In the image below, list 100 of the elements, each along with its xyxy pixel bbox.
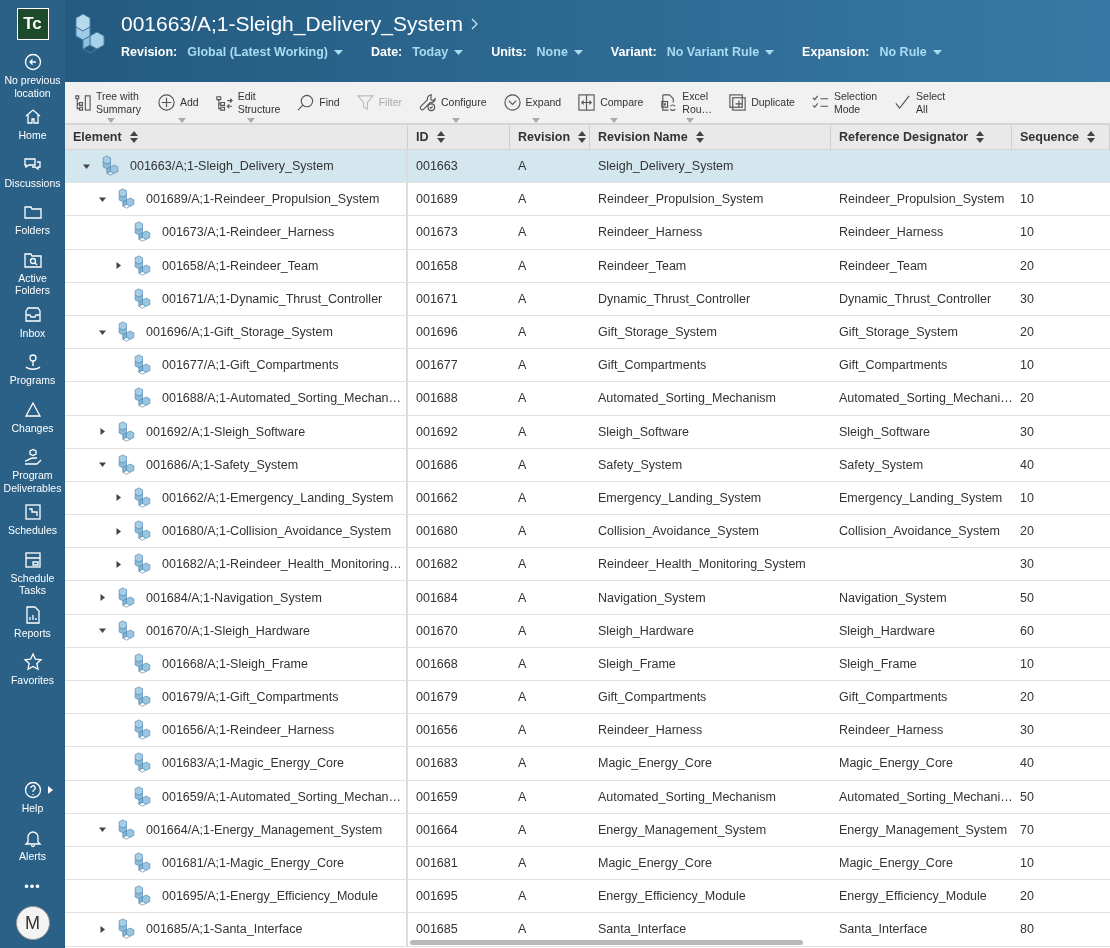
tree-cell[interactable]: 001673/A;1-Reindeer_Harness xyxy=(65,216,408,250)
sidebar-item[interactable]: Schedule Tasks xyxy=(0,545,65,601)
tree-cell[interactable]: 001695/A;1-Energy_Efficiency_Module xyxy=(65,880,408,914)
scrollbar[interactable] xyxy=(410,940,803,945)
tree-cell[interactable]: 001662/A;1-Emergency_Landing_System xyxy=(65,481,408,516)
tree-cell[interactable]: 001670/A;1-Sleigh_Hardware xyxy=(65,614,408,648)
column-header[interactable]: Sequence xyxy=(1012,125,1110,150)
toolbar-button[interactable]: Configure xyxy=(416,84,489,121)
sidebar-item[interactable]: Home xyxy=(0,103,65,151)
column-header[interactable]: Element xyxy=(65,125,408,150)
help-icon xyxy=(22,780,43,800)
caret-icon xyxy=(454,49,464,55)
table-cell: Sleigh_Delivery_System xyxy=(590,150,831,184)
tree-cell[interactable]: 001671/A;1-Dynamic_Thrust_Controller xyxy=(65,282,408,316)
element-name: 001671/A;1-Dynamic_Thrust_Controller xyxy=(162,291,383,306)
toolbar-button[interactable]: Excel Rou… xyxy=(657,84,715,121)
sidebar-item[interactable]: Alerts xyxy=(0,823,65,871)
filter-dropdown[interactable]: Today xyxy=(412,45,464,59)
caret-down-icon[interactable] xyxy=(98,328,106,336)
sidebar-item[interactable]: Discussions xyxy=(0,150,65,198)
sidebar-item[interactable]: Favorites xyxy=(0,648,65,696)
chevron-right-icon[interactable] xyxy=(471,18,480,30)
tree-cell[interactable]: 001677/A;1-Gift_Compartments xyxy=(65,349,408,383)
tree-cell[interactable]: 001659/A;1-Automated_Sorting_Mechan… xyxy=(65,780,408,814)
app-logo[interactable]: Tc xyxy=(16,8,49,40)
column-header[interactable]: Revision Name xyxy=(590,125,831,150)
sidebar-item[interactable]: Program Deliverables xyxy=(0,443,65,498)
caret-icon xyxy=(334,49,343,55)
element-name: 001677/A;1-Gift_Compartments xyxy=(162,358,339,373)
tree-cell[interactable]: 001681/A;1-Magic_Energy_Core xyxy=(65,846,408,881)
tree-cell[interactable]: 001686/A;1-Safety_System xyxy=(65,448,408,482)
caret-right-icon[interactable] xyxy=(98,594,106,602)
sidebar-item[interactable]: No previous location xyxy=(0,48,65,103)
cubes-icon xyxy=(133,221,152,244)
toolbar-button[interactable]: Select All xyxy=(891,84,948,121)
element-name: 001688/A;1-Automated_Sorting_Mechan… xyxy=(162,391,402,406)
caret-down-icon[interactable] xyxy=(82,162,90,170)
column-header[interactable]: ID xyxy=(408,125,510,150)
caret-down-icon[interactable] xyxy=(98,627,106,635)
cubes-icon xyxy=(133,354,152,377)
caret-right-icon[interactable] xyxy=(114,527,122,535)
sidebar-item[interactable]: Reports xyxy=(0,600,65,648)
cubes-icon xyxy=(117,420,136,443)
tree-cell[interactable]: 001684/A;1-Navigation_System xyxy=(65,581,408,615)
caret-down-icon[interactable] xyxy=(98,461,106,469)
toolbar-button[interactable]: Find xyxy=(294,84,342,121)
caret-right-icon[interactable] xyxy=(98,428,106,436)
cubes-icon xyxy=(133,752,152,775)
more-button[interactable]: ••• xyxy=(24,879,41,894)
tree-cell[interactable]: 001685/A;1-Santa_Interface xyxy=(65,913,408,947)
submenu-arrow-icon xyxy=(47,786,53,794)
cubes-icon xyxy=(101,155,120,178)
caret-right-icon[interactable] xyxy=(114,262,122,270)
column-header[interactable]: Reference Designator xyxy=(831,125,1012,150)
sort-icon xyxy=(695,131,704,143)
tree-cell[interactable]: 001664/A;1-Energy_Management_System xyxy=(65,813,408,847)
tree-cell[interactable]: 001668/A;1-Sleigh_Frame xyxy=(65,647,408,681)
toolbar-button[interactable]: Edit Structure xyxy=(212,84,283,121)
sidebar-item[interactable]: Changes xyxy=(0,395,65,443)
caret-down-icon[interactable] xyxy=(98,826,106,834)
caret-right-icon[interactable] xyxy=(98,925,106,933)
tree-cell[interactable]: 001679/A;1-Gift_Compartments xyxy=(65,681,408,715)
filter-dropdown[interactable]: No Rule xyxy=(879,45,942,59)
toolbar-button[interactable]: Duplicate xyxy=(726,84,797,121)
filter-dropdown[interactable]: None xyxy=(536,45,583,59)
tree-cell[interactable]: 001682/A;1-Reindeer_Health_Monitoring… xyxy=(65,548,408,582)
tree-cell[interactable]: 001683/A;1-Magic_Energy_Core xyxy=(65,747,408,781)
filter-dropdown[interactable]: No Variant Rule xyxy=(666,45,775,59)
caret-right-icon[interactable] xyxy=(114,494,122,502)
tree-cell[interactable]: 001696/A;1-Gift_Storage_System xyxy=(65,315,408,350)
toolbar-button[interactable]: Selection Mode xyxy=(808,84,880,121)
toolbar-button[interactable]: Add xyxy=(154,84,201,121)
tree-cell[interactable]: 001663/A;1-Sleigh_Delivery_System xyxy=(65,150,408,184)
element-name: 001663/A;1-Sleigh_Delivery_System xyxy=(130,159,334,174)
toolbar-button[interactable]: Tree with Summary xyxy=(71,84,143,121)
sidebar-item[interactable]: Schedules xyxy=(0,498,65,546)
tree-cell[interactable]: 001656/A;1-Reindeer_Harness xyxy=(65,714,408,748)
element-name: 001689/A;1-Reindeer_Propulsion_System xyxy=(146,192,380,207)
sidebar-item[interactable]: Active Folders xyxy=(0,245,65,301)
caret-right-icon[interactable] xyxy=(114,560,122,568)
tree-cell[interactable]: 001658/A;1-Reindeer_Team xyxy=(65,249,408,283)
sidebar-item[interactable]: Inbox xyxy=(0,300,65,348)
element-name: 001656/A;1-Reindeer_Harness xyxy=(162,723,335,738)
sidebar-item[interactable]: Programs xyxy=(0,348,65,396)
tree-cell[interactable]: 001689/A;1-Reindeer_Propulsion_System xyxy=(65,183,408,217)
sort-icon xyxy=(578,131,587,143)
filter-dropdown[interactable]: Global (Latest Working) xyxy=(187,45,343,59)
user-avatar[interactable]: M xyxy=(15,906,50,940)
toolbar-button[interactable]: Expand xyxy=(500,84,564,121)
cubes-icon xyxy=(117,453,136,476)
toolbar-button[interactable]: Compare xyxy=(575,84,646,121)
tree-cell[interactable]: 001692/A;1-Sleigh_Software xyxy=(65,415,408,449)
tree-cell[interactable]: 001688/A;1-Automated_Sorting_Mechan… xyxy=(65,382,408,416)
cubes-icon xyxy=(133,719,152,742)
caret-down-icon[interactable] xyxy=(98,195,106,203)
tree-cell[interactable]: 001680/A;1-Collision_Avoidance_System xyxy=(65,515,408,549)
column-header[interactable]: Revision xyxy=(510,125,590,150)
sidebar-item[interactable]: Help xyxy=(0,776,65,824)
cubes-icon xyxy=(133,885,152,908)
sidebar-item[interactable]: Folders xyxy=(0,198,65,246)
